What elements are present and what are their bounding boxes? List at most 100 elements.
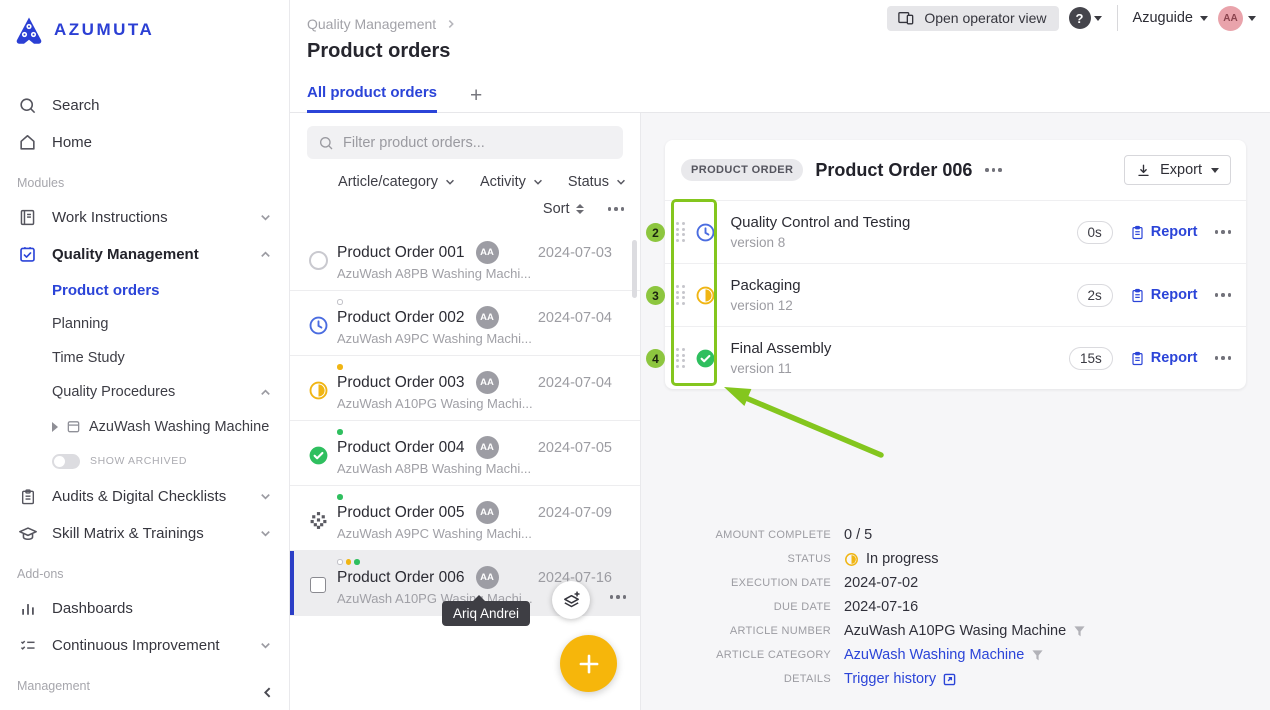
clipboard-icon bbox=[17, 486, 38, 507]
duration-badge: 0s bbox=[1077, 221, 1113, 244]
step-row-final-assembly[interactable]: Final Assembly version 11 15s Report bbox=[665, 326, 1246, 389]
add-to-stack-button[interactable] bbox=[552, 581, 590, 619]
product-order-card: PRODUCT ORDER Product Order 006 Export Q… bbox=[665, 140, 1246, 389]
sidebar-item-azuwash-washing-machine[interactable]: AzuWash Washing Machine bbox=[0, 409, 289, 444]
caret-right-icon[interactable] bbox=[52, 422, 58, 432]
create-product-order-button[interactable] bbox=[560, 635, 617, 692]
sidebar-item-skill-matrix[interactable]: Skill Matrix & Trainings bbox=[0, 515, 289, 552]
report-link[interactable]: Report bbox=[1130, 224, 1198, 240]
due-date-value: 2024-07-16 bbox=[844, 599, 1086, 615]
sidebar-item-quality-management[interactable]: Quality Management bbox=[0, 236, 289, 273]
tab-all-product-orders[interactable]: All product orders bbox=[307, 84, 437, 113]
step-more-menu[interactable] bbox=[1215, 293, 1232, 297]
sidebar-item-dashboards[interactable]: Dashboards bbox=[0, 590, 289, 627]
drag-handle[interactable] bbox=[676, 222, 685, 242]
avatar: AA bbox=[476, 501, 499, 524]
sidebar-item-work-instructions[interactable]: Work Instructions bbox=[0, 199, 289, 236]
funnel-filter-icon[interactable] bbox=[1031, 649, 1044, 662]
status-dot bbox=[354, 559, 360, 565]
order-title: Product Order 006 bbox=[815, 160, 972, 181]
status-filter[interactable]: Status bbox=[568, 174, 627, 190]
section-label-management: Management bbox=[0, 664, 289, 702]
annotation-badge: 3 bbox=[646, 286, 665, 305]
chevron-down-icon bbox=[444, 176, 456, 188]
order-row-004[interactable]: Product Order 004 AA 2024-07-05 AzuWash … bbox=[290, 421, 640, 486]
caret-down-icon bbox=[1094, 16, 1102, 21]
article-category-filter[interactable]: Article/category bbox=[338, 174, 456, 190]
list-more-menu[interactable] bbox=[608, 207, 625, 211]
show-archived-toggle[interactable] bbox=[52, 454, 80, 469]
section-label-modules: Modules bbox=[0, 161, 289, 199]
status-in-progress-icon bbox=[307, 379, 329, 401]
sort-control[interactable]: Sort bbox=[543, 201, 584, 217]
status-mixed-icon bbox=[307, 509, 329, 531]
status-dot bbox=[346, 559, 352, 565]
azuguide-menu[interactable]: Azuguide bbox=[1133, 10, 1208, 26]
order-details: AMOUNT COMPLETE 0 / 5 STATUS In progress… bbox=[641, 527, 1086, 687]
add-tab-button[interactable]: + bbox=[470, 85, 482, 113]
report-link[interactable]: Report bbox=[1130, 287, 1198, 303]
filter-product-orders-input[interactable] bbox=[343, 135, 612, 151]
tooltip: Ariq Andrei bbox=[442, 601, 530, 626]
sidebar-item-quality-procedures[interactable]: Quality Procedures bbox=[0, 375, 289, 409]
drag-handle[interactable] bbox=[676, 348, 685, 368]
breadcrumb[interactable]: Quality Management bbox=[307, 16, 457, 32]
sidebar-item-home[interactable]: Home bbox=[0, 124, 289, 161]
sidebar-item-time-study[interactable]: Time Study bbox=[0, 341, 289, 375]
order-row-003[interactable]: Product Order 003 AA 2024-07-04 AzuWash … bbox=[290, 356, 640, 421]
step-row-quality-control[interactable]: Quality Control and Testing version 8 0s… bbox=[665, 200, 1246, 263]
type-badge: PRODUCT ORDER bbox=[681, 159, 803, 181]
status-in-progress-icon bbox=[844, 552, 859, 567]
order-row-001[interactable]: Product Order 001 AA 2024-07-03 AzuWash … bbox=[290, 226, 640, 291]
list-check-icon bbox=[17, 635, 38, 656]
sidebar-item-product-orders[interactable]: Product orders bbox=[0, 273, 289, 307]
activity-filter[interactable]: Activity bbox=[480, 174, 544, 190]
divider bbox=[1117, 5, 1118, 31]
order-row-002[interactable]: Product Order 002 AA 2024-07-04 AzuWash … bbox=[290, 291, 640, 356]
trigger-history-link[interactable]: Trigger history bbox=[844, 671, 1086, 687]
logo[interactable]: AZUMUTA bbox=[0, 0, 289, 45]
sidebar-item-planning[interactable]: Planning bbox=[0, 307, 289, 341]
article-category-link[interactable]: AzuWash Washing Machine bbox=[844, 647, 1086, 663]
product-orders-list-panel: Article/category Activity Status Sort Pr… bbox=[290, 113, 641, 710]
status-completed-icon bbox=[695, 347, 717, 369]
sidebar-item-audits[interactable]: Audits & Digital Checklists bbox=[0, 478, 289, 515]
step-more-menu[interactable] bbox=[1215, 230, 1232, 234]
chevron-down-icon bbox=[259, 490, 272, 503]
avatar: AA bbox=[476, 241, 499, 264]
avatar: AA bbox=[476, 436, 499, 459]
help-menu[interactable]: ? bbox=[1069, 7, 1102, 29]
show-archived-label: SHOW ARCHIVED bbox=[90, 455, 187, 467]
duration-badge: 15s bbox=[1069, 347, 1113, 370]
order-row-005[interactable]: Product Order 005 AA 2024-07-09 AzuWash … bbox=[290, 486, 640, 551]
download-icon bbox=[1136, 163, 1151, 178]
status-dot bbox=[337, 494, 343, 500]
execution-date-value: 2024-07-02 bbox=[844, 575, 1086, 591]
order-more-menu[interactable] bbox=[985, 168, 1002, 172]
box-icon bbox=[66, 419, 81, 434]
chevron-down-icon bbox=[259, 639, 272, 652]
avatar: AA bbox=[476, 566, 499, 589]
list-scrollbar[interactable] bbox=[632, 240, 637, 298]
filter-search-box[interactable] bbox=[307, 126, 623, 159]
user-menu[interactable]: AA bbox=[1218, 6, 1256, 31]
sidebar-item-continuous-improvement[interactable]: Continuous Improvement bbox=[0, 627, 289, 664]
row-more-menu[interactable] bbox=[610, 595, 627, 599]
open-operator-view-button[interactable]: Open operator view bbox=[887, 6, 1058, 31]
caret-down-icon bbox=[1200, 16, 1208, 21]
report-link[interactable]: Report bbox=[1130, 350, 1198, 366]
sidebar: AZUMUTA Search Home Modules Work Instruc… bbox=[0, 0, 290, 710]
avatar: AA bbox=[476, 371, 499, 394]
home-icon bbox=[17, 132, 38, 153]
step-row-packaging[interactable]: Packaging version 12 2s Report bbox=[665, 263, 1246, 326]
export-button[interactable]: Export bbox=[1124, 155, 1231, 185]
sidebar-item-search[interactable]: Search bbox=[0, 87, 289, 124]
chevron-up-icon bbox=[259, 248, 272, 261]
drag-handle[interactable] bbox=[676, 285, 685, 305]
duration-badge: 2s bbox=[1077, 284, 1113, 307]
annotation-badge: 2 bbox=[646, 223, 665, 242]
row-checkbox[interactable] bbox=[310, 577, 326, 593]
funnel-filter-icon[interactable] bbox=[1073, 625, 1086, 638]
collapse-sidebar-button[interactable] bbox=[260, 685, 275, 700]
step-more-menu[interactable] bbox=[1215, 356, 1232, 360]
